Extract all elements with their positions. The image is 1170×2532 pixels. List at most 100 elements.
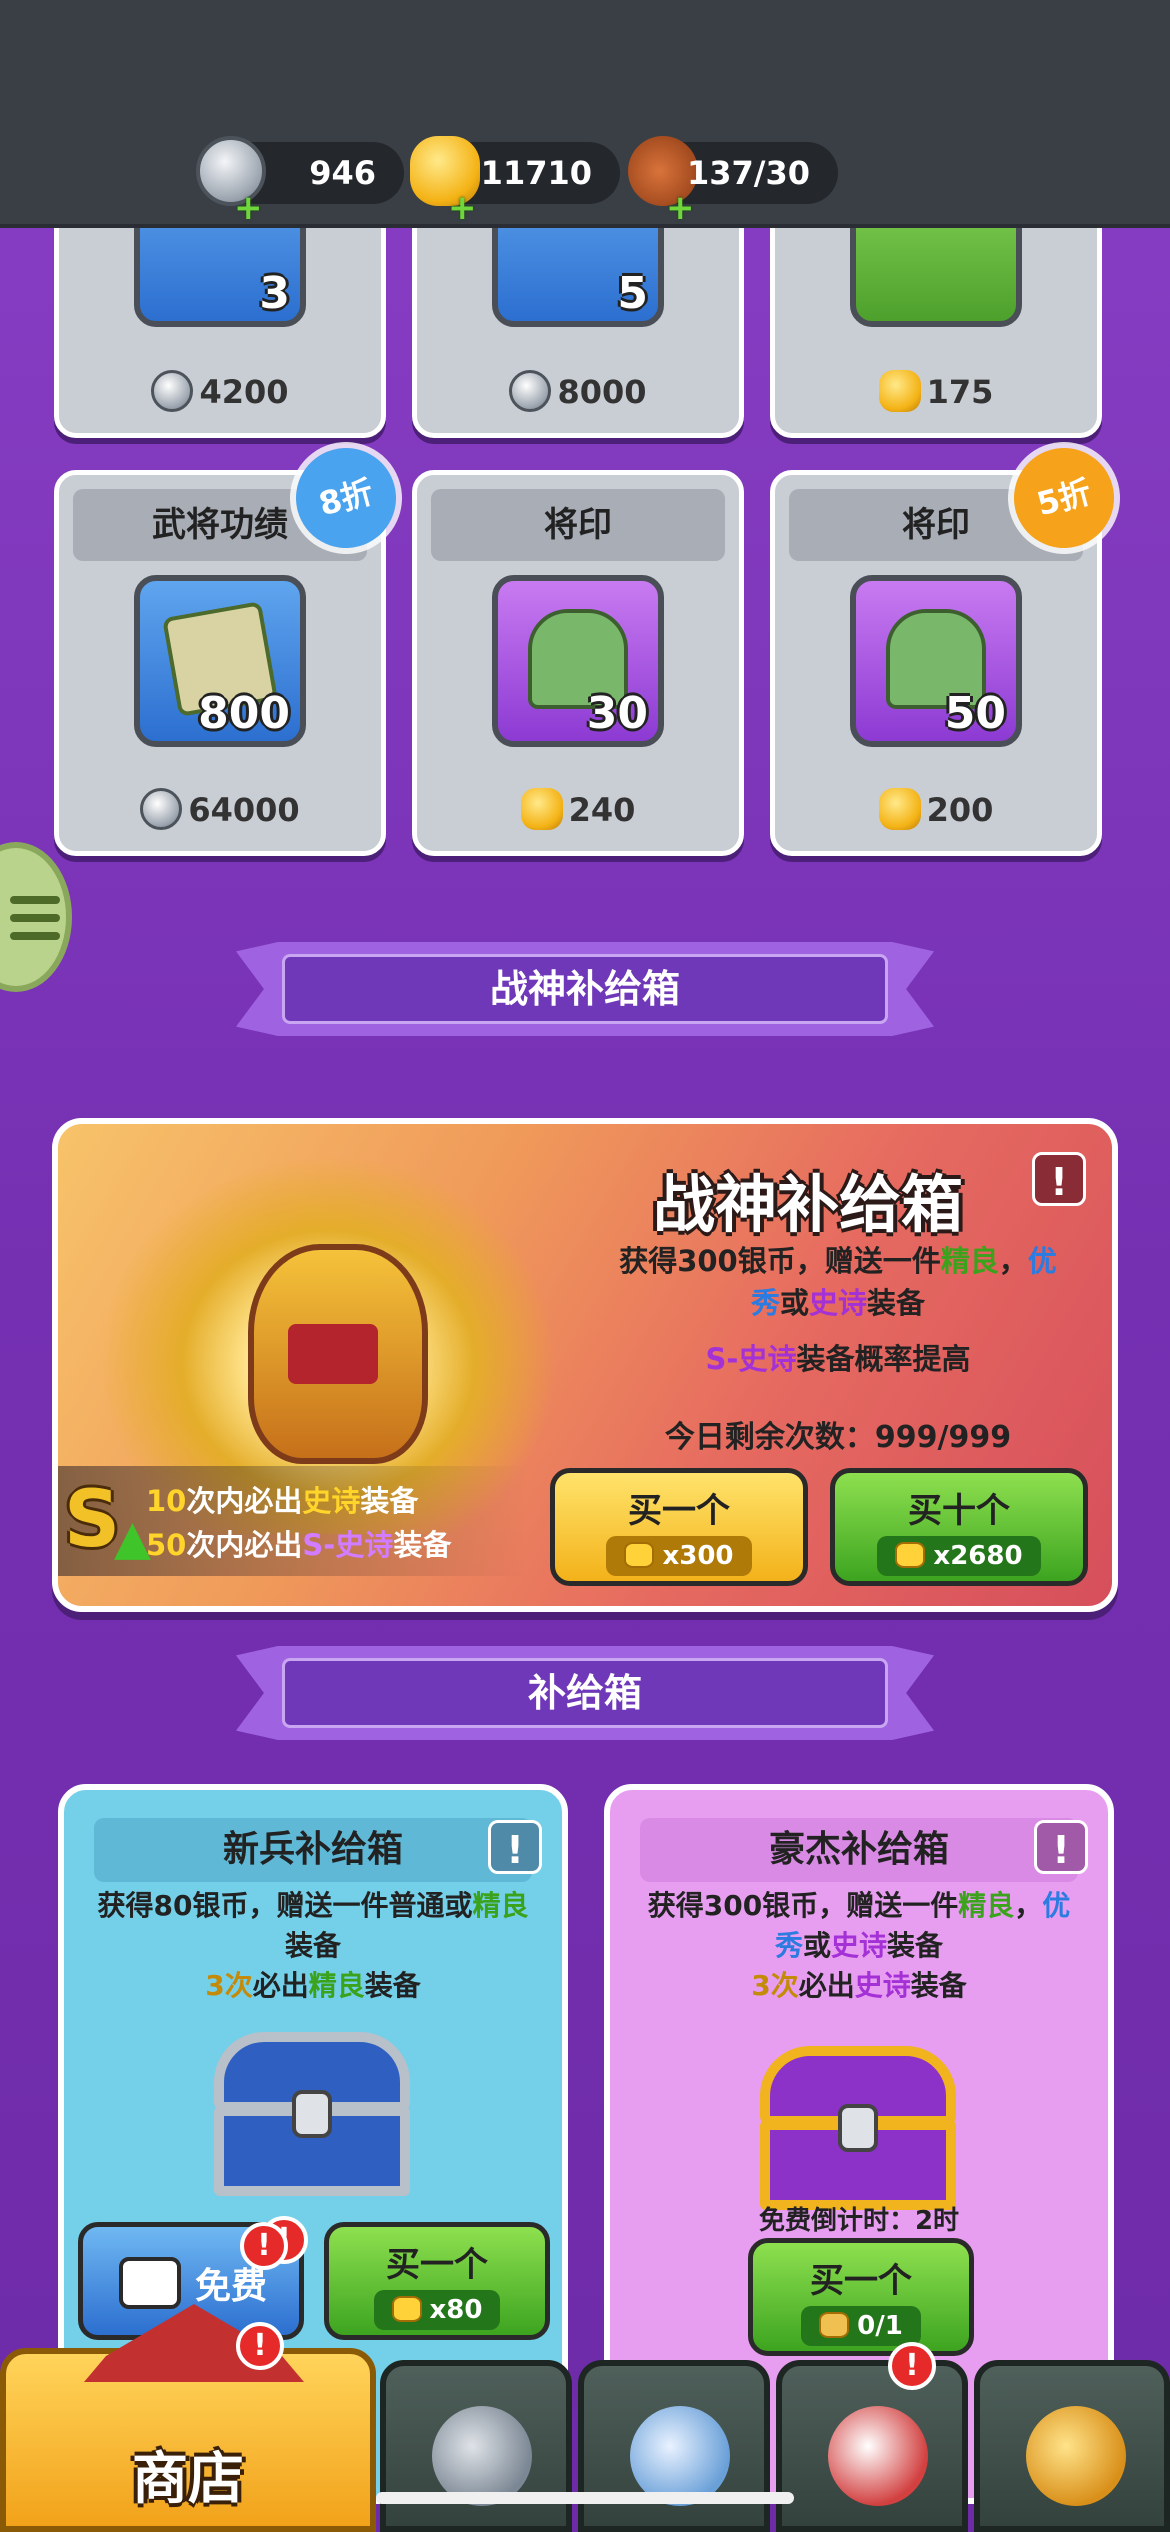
price-pill: x300 <box>606 1536 752 1576</box>
desc-quality-fine: 精良 <box>472 1889 529 1922</box>
desc-quality-epic: 史诗 <box>831 1929 888 1962</box>
gold-ingot-icon <box>878 788 921 830</box>
silver-coin-icon <box>140 788 183 830</box>
gold-ingot-icon <box>624 1541 655 1568</box>
item-price: 240 <box>417 785 739 835</box>
price-value: 4200 <box>199 373 289 411</box>
info-icon[interactable]: ! <box>1034 1820 1088 1874</box>
button-label: 买十个 <box>908 1491 1010 1531</box>
gold-resource[interactable]: + 11710 <box>410 136 620 228</box>
box-description: 获得300银币，赠送一件精良，优 秀或史诗装备 3次必出史诗装备 <box>624 1886 1094 2006</box>
button-label: 买一个 <box>810 2261 912 2301</box>
guarantee-line-1: 10次内必出史诗装备 <box>146 1478 418 1520</box>
desc-text: 装备 <box>284 1929 341 1962</box>
price-value: 175 <box>926 373 994 411</box>
buy-one-button[interactable]: 买一个 x300 <box>550 1468 808 1586</box>
item-price: 175 <box>775 367 1097 417</box>
desc-quality-excellent: 优 <box>1042 1889 1071 1922</box>
stamina-resource[interactable]: + 137/30 <box>628 136 838 228</box>
add-silver-icon[interactable]: + <box>234 188 263 228</box>
guarantee-line-2: 50次内必出S-史诗装备 <box>146 1522 451 1564</box>
desc-quality-fine: 精良 <box>308 1969 365 2002</box>
price-value: 8000 <box>557 373 647 411</box>
section-title: 补给箱 <box>282 1658 888 1728</box>
guarantee-quality: 史诗 <box>302 1484 361 1518</box>
nav-tab-heroes[interactable] <box>380 2360 572 2532</box>
desc-text: 或 <box>802 1929 831 1962</box>
item-price: 64000 <box>59 785 381 835</box>
add-gold-icon[interactable]: + <box>448 188 477 228</box>
menu-line-icon <box>10 914 60 922</box>
nav-tab-battle[interactable] <box>578 2360 770 2532</box>
desc-text: 装备 <box>887 1929 944 1962</box>
desc-quality-excellent: 秀 <box>774 1929 803 1962</box>
item-title: 将印 <box>431 489 725 561</box>
rate-text: S-史诗装备概率提高 <box>578 1336 1098 1378</box>
price-pill: x2680 <box>877 1536 1041 1576</box>
jade-seal-icon: 30 <box>492 575 664 747</box>
remaining-count: 今日剩余次数：999/999 <box>664 1420 1012 1455</box>
ticket-icon <box>819 2311 850 2338</box>
menu-line-icon <box>10 932 60 940</box>
section-banner-supply: 补给箱 <box>236 1646 934 1740</box>
silver-coin-icon <box>509 370 552 412</box>
desc-quality-s-epic: S-史诗 <box>705 1342 797 1376</box>
desc-quality-excellent: 优 <box>1027 1244 1057 1278</box>
crossed-swords-icon <box>630 2406 730 2506</box>
info-icon[interactable]: ! <box>488 1820 542 1874</box>
section-banner-wargod: 战神补给箱 <box>236 942 934 1036</box>
info-icon[interactable]: ! <box>1032 1152 1086 1206</box>
hero-buy-one-button[interactable]: 买一个 0/1 <box>748 2238 974 2356</box>
notification-dot: ! <box>888 2342 936 2390</box>
price-value: 64000 <box>188 791 300 829</box>
resource-bar: + 946 + 11710 + 137/30 <box>0 0 1170 228</box>
shop-card-seal-30[interactable]: 将印 30 240 <box>412 470 744 856</box>
desc-text: 装备 <box>910 1969 967 2002</box>
desc-text: 必出 <box>798 1969 855 2002</box>
desc-text: 获得300银币，赠送一件 <box>647 1889 959 1922</box>
notification-dot: ! <box>236 2322 284 2370</box>
video-ad-icon <box>119 2257 181 2309</box>
nav-tab-label: 商店 <box>132 2447 244 2512</box>
buy-ten-button[interactable]: 买十个 x2680 <box>830 1468 1088 1586</box>
gold-chest-icon <box>760 2046 956 2212</box>
nav-tab-shop[interactable]: 商店 <box>0 2304 376 2532</box>
button-label: 买一个 <box>386 2245 488 2285</box>
upgrade-arrow-icon <box>1026 2406 1126 2506</box>
section-title: 战神补给箱 <box>282 954 888 1024</box>
nav-tab-rank[interactable] <box>776 2360 968 2532</box>
desc-text: 必出 <box>252 1969 309 2002</box>
price-value: 0/1 <box>857 2311 903 2341</box>
box-title: 豪杰补给箱 <box>640 1818 1078 1882</box>
guarantee-count: 3次 <box>205 1969 253 2002</box>
item-qty: 800 <box>198 688 290 739</box>
free-countdown: 免费倒计时：2时 <box>758 2206 960 2236</box>
box-title: 战神补给箱 <box>652 1168 963 1241</box>
item-qty: 30 <box>586 688 648 739</box>
box-description: 获得80银币，赠送一件普通或精良 装备 3次必出精良装备 <box>78 1886 548 2006</box>
silver-resource[interactable]: + 946 <box>196 136 404 228</box>
nav-tab-upgrade[interactable] <box>974 2360 1170 2532</box>
guarantee-text: 装备 <box>360 1484 419 1518</box>
desc-quality-excellent: 秀 <box>750 1286 780 1320</box>
helmet-icon <box>432 2406 532 2506</box>
price-pill: x80 <box>373 2290 501 2330</box>
bottom-navigation: 商店 ! ! ! <box>0 2222 1170 2532</box>
desc-text: 获得80银币，赠送一件普通或 <box>97 1889 473 1922</box>
item-price: 8000 <box>417 367 739 417</box>
stamina-amount: 137/30 <box>686 154 810 192</box>
desc-quality-fine: 精良 <box>958 1889 1015 1922</box>
price-value: 200 <box>926 791 994 829</box>
recruit-buy-one-button[interactable]: 买一个 x80 <box>324 2222 550 2340</box>
item-qty: 5 <box>617 268 648 319</box>
price-value: 240 <box>568 791 636 829</box>
silver-coin-icon <box>151 370 194 412</box>
desc-text: 获得300银币，赠送一件 <box>619 1244 941 1278</box>
item-qty: 50 <box>944 688 1006 739</box>
desc-quality-fine: 精良 <box>940 1244 999 1278</box>
silver-amount: 946 <box>309 154 376 192</box>
guarantee-count: 3次 <box>751 1969 799 2002</box>
desc-text: 装备 <box>364 1969 421 2002</box>
item-qty: 3 <box>259 268 290 319</box>
jade-seal-icon: 50 <box>850 575 1022 747</box>
